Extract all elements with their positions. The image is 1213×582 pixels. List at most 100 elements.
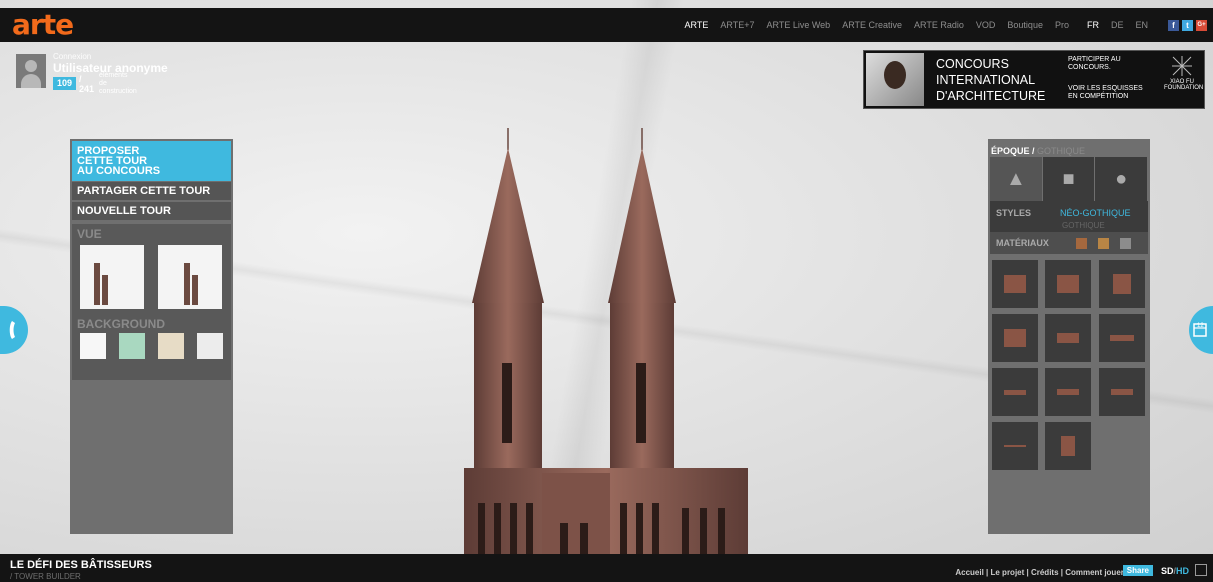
banner-title-line2: INTERNATIONAL (936, 73, 1036, 87)
architect-photo (866, 53, 924, 106)
background-option-grey[interactable] (197, 333, 223, 359)
tower-drawing (464, 128, 748, 554)
view-side-thumb[interactable] (158, 245, 222, 309)
calendar-number: 12 (1197, 323, 1204, 329)
element-thumb (1004, 275, 1026, 293)
game-subtitle: / TOWER BUILDER (10, 572, 81, 581)
material-sandstone-swatch[interactable] (1098, 238, 1109, 249)
styles-label: STYLES (996, 208, 1032, 218)
quality-hd[interactable]: HD (1176, 566, 1189, 576)
banner-title-line1: CONCOURS (936, 57, 1009, 71)
nav-arte[interactable]: ARTE (685, 20, 709, 30)
right-spire (608, 148, 676, 303)
style-gothique[interactable]: GOTHIQUE (1062, 221, 1105, 230)
background-option-white[interactable] (80, 333, 106, 359)
material-brick-swatch[interactable] (1076, 238, 1087, 249)
epoch-label: ÉPOQUE / (991, 146, 1035, 156)
banner-title: CONCOURS INTERNATIONAL D'ARCHITECTURE (936, 56, 1045, 104)
share-button[interactable]: Share (1122, 565, 1153, 576)
lang-en[interactable]: EN (1135, 20, 1148, 30)
element-label-line2: de construction (99, 79, 137, 95)
thumb-tower-d (192, 275, 198, 305)
element-thumb (1111, 389, 1133, 395)
element-tile[interactable] (1099, 314, 1145, 362)
nav-arte-plus7[interactable]: ARTE+7 (720, 20, 754, 30)
epoch-building-icon[interactable]: ■ (1042, 157, 1095, 201)
phone-icon (9, 321, 15, 339)
epoch-spire-icon[interactable]: ▲ (990, 157, 1042, 201)
element-tile[interactable] (992, 422, 1038, 470)
element-thumb (1110, 335, 1134, 341)
right-panel: ÉPOQUE / GOTHIQUE ▲ ■ ● STYLES NÉO-GOTHI… (988, 139, 1150, 534)
banner-title-line3: D'ARCHITECTURE (936, 89, 1046, 103)
view-sketches-link[interactable]: VOIR LES ESQUISSES EN COMPÉTITION (1068, 85, 1143, 101)
lang-de[interactable]: DE (1111, 20, 1124, 30)
propose-tower-button[interactable]: PROPOSER CETTE TOUR AU CONCOURS (72, 141, 231, 181)
background-option-beige[interactable] (158, 333, 184, 359)
contest-banner[interactable]: CONCOURS INTERNATIONAL D'ARCHITECTURE PA… (863, 50, 1205, 109)
epoch-temple-icon[interactable]: ● (1095, 157, 1148, 201)
top-bar: arte ARTE ARTE+7 ARTE Live Web ARTE Crea… (0, 8, 1213, 42)
quality-toggle[interactable]: SD/HD (1161, 566, 1189, 576)
element-tile[interactable] (1099, 368, 1145, 416)
google-plus-icon[interactable]: G+ (1196, 19, 1207, 31)
view-front-thumb[interactable] (80, 245, 144, 309)
element-tile[interactable] (1045, 368, 1091, 416)
main-nav: ARTE ARTE+7 ARTE Live Web ARTE Creative … (679, 8, 1213, 42)
element-thumb (1004, 389, 1026, 395)
footer: LE DÉFI DES BÂTISSEURS / TOWER BUILDER A… (0, 554, 1213, 582)
left-window (502, 363, 512, 443)
element-thumb (1057, 275, 1079, 293)
element-total: / 241 (79, 73, 95, 94)
element-tile[interactable] (1045, 314, 1091, 362)
game-title: LE DÉFI DES BÂTISSEURS (10, 559, 152, 571)
nav-vod[interactable]: VOD (976, 20, 996, 30)
share-tower-button[interactable]: PARTAGER CETTE TOUR (72, 182, 231, 200)
arte-logo[interactable]: arte (12, 10, 74, 40)
nav-arte-live-web[interactable]: ARTE Live Web (766, 20, 830, 30)
material-stone-swatch[interactable] (1120, 238, 1131, 249)
nav-arte-radio[interactable]: ARTE Radio (914, 20, 964, 30)
sketches-line1: VOIR LES ESQUISSES (1068, 85, 1143, 92)
element-thumb (1004, 445, 1026, 447)
participate-link[interactable]: PARTICIPER AU CONCOURS. (1068, 56, 1121, 72)
element-tile[interactable] (992, 260, 1038, 308)
propose-line3: AU CONCOURS (77, 165, 161, 177)
element-tile[interactable] (1045, 422, 1091, 470)
login-link[interactable]: Connexion (53, 52, 91, 61)
footer-links[interactable]: Accueil | Le projet | Crédits | Comment … (955, 568, 1131, 577)
foundation-emblem-icon (1172, 56, 1192, 76)
nav-pro[interactable]: Pro (1055, 20, 1069, 30)
central-section (542, 473, 610, 554)
lang-fr[interactable]: FR (1087, 20, 1099, 30)
quality-sd[interactable]: SD (1161, 566, 1174, 576)
element-tile[interactable] (992, 368, 1038, 416)
epoch-value: GOTHIQUE (1037, 146, 1086, 156)
language-switcher: FR DE EN (1081, 20, 1154, 30)
element-thumb (1057, 389, 1079, 395)
element-thumb (1004, 329, 1026, 347)
sketches-line2: EN COMPÉTITION (1068, 93, 1129, 100)
foundation-logo: XIAO FU FOUNDATION (1164, 55, 1204, 105)
facebook-icon[interactable]: f (1168, 19, 1179, 31)
fullscreen-icon[interactable] (1195, 564, 1207, 576)
background-option-green[interactable] (119, 333, 145, 359)
element-tile[interactable] (1045, 260, 1091, 308)
element-label-line1: éléments (99, 71, 128, 79)
materials-label: MATÉRIAUX (996, 238, 1049, 248)
nav-boutique[interactable]: Boutique (1007, 20, 1043, 30)
new-tower-button[interactable]: NOUVELLE TOUR (72, 202, 231, 220)
background-heading: BACKGROUND (77, 317, 165, 331)
element-tile[interactable] (1099, 260, 1145, 308)
element-tile[interactable] (992, 314, 1038, 362)
view-heading: VUE (77, 227, 102, 241)
participate-line2: CONCOURS. (1068, 64, 1111, 71)
foundation-name2: FOUNDATION (1164, 85, 1204, 91)
style-neo-gothique[interactable]: NÉO-GOTHIQUE (1060, 208, 1131, 218)
left-panel: PROPOSER CETTE TOUR AU CONCOURS PARTAGER… (70, 139, 233, 534)
element-count: 109 (53, 77, 77, 90)
element-counter: 109 / 241 éléments de construction (53, 72, 137, 95)
nav-arte-creative[interactable]: ARTE Creative (842, 20, 902, 30)
twitter-icon[interactable]: t (1182, 19, 1193, 31)
avatar[interactable] (16, 54, 46, 88)
